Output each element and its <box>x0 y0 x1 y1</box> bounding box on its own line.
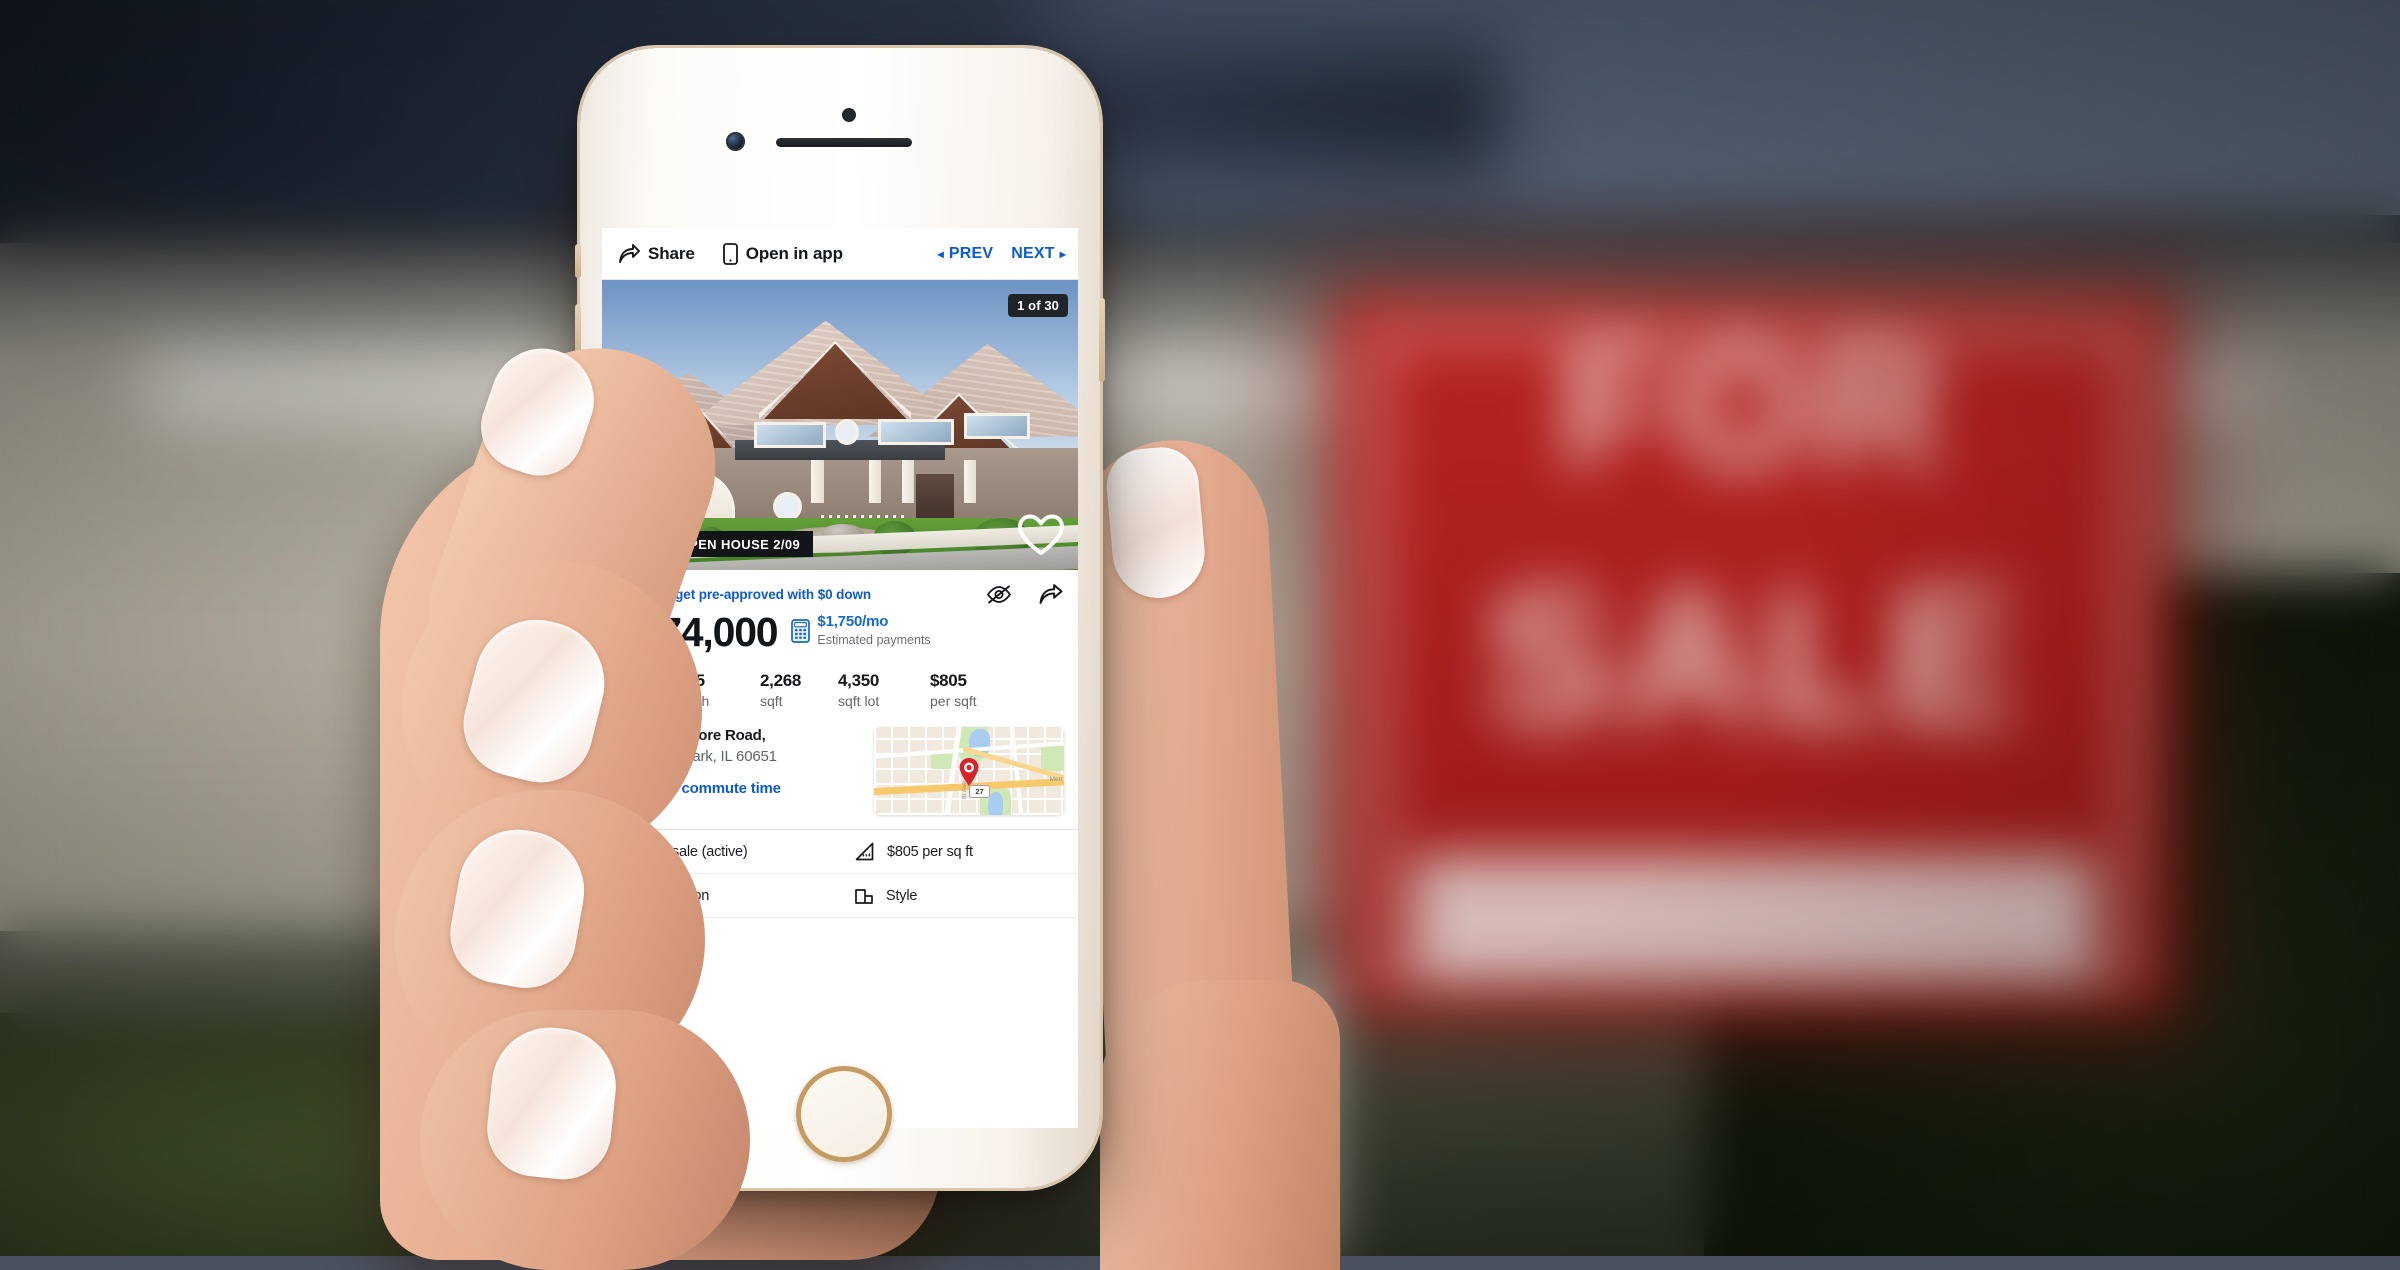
map-pin-icon <box>958 757 980 787</box>
photo-nav: ◂ PREV NEXT ▸ <box>938 245 1066 263</box>
heart-icon[interactable] <box>1018 514 1064 556</box>
share-arrow-icon <box>618 244 640 264</box>
photo-counter-badge: 1 of 30 <box>1008 294 1068 317</box>
estimated-monthly: $1,750/mo <box>817 613 888 630</box>
calculator-icon <box>791 619 810 643</box>
detail-text: Style <box>886 888 917 904</box>
silent-switch[interactable] <box>575 244 581 278</box>
prev-button[interactable]: ◂ PREV <box>938 245 994 263</box>
listing-actions <box>986 583 1064 605</box>
fact-sqft: 2,268 sqft <box>760 671 838 709</box>
photo-column <box>902 460 914 504</box>
photo-column <box>869 460 881 504</box>
ruler-icon <box>854 842 875 862</box>
floorplan-icon <box>854 887 874 905</box>
share-arrow-icon[interactable] <box>1038 583 1064 605</box>
map-park <box>1041 745 1064 771</box>
fact-value: 4,350 <box>838 671 930 691</box>
photo-column <box>811 460 823 504</box>
fact-per-sqft: $805 per sqft <box>930 671 977 709</box>
fact-label: per sqft <box>930 693 977 709</box>
map-water <box>988 792 1003 815</box>
front-camera <box>726 132 745 151</box>
next-label: NEXT <box>1011 245 1054 263</box>
mobile-phone-icon <box>723 243 738 265</box>
estimated-payments[interactable]: $1,750/mo Estimated payments <box>791 613 930 653</box>
photo-window <box>754 422 825 448</box>
share-button[interactable]: Share <box>618 244 695 264</box>
open-in-app-label: Open in app <box>746 244 843 264</box>
photo-window <box>964 413 1031 439</box>
photo-front-door <box>916 474 954 523</box>
photo-column <box>964 460 976 504</box>
share-label: Share <box>648 244 695 264</box>
fact-value: 2,268 <box>760 671 838 691</box>
chevron-right-icon: ▸ <box>1060 248 1066 260</box>
fact-label: sqft <box>760 693 838 709</box>
fact-lot: 4,350 sqft lot <box>838 671 930 709</box>
detail-style: Style <box>840 887 1078 905</box>
photo-window <box>878 419 954 445</box>
earpiece-speaker <box>776 138 912 147</box>
next-button[interactable]: NEXT ▸ <box>1011 245 1066 263</box>
fact-label: sqft lot <box>838 693 930 709</box>
proximity-sensor <box>842 108 856 122</box>
detail-price-per-sqft: $805 per sq ft <box>840 842 1078 862</box>
estimated-payments-label: Estimated payments <box>817 633 930 647</box>
map-edge-label: Merr <box>1050 776 1063 783</box>
power-button[interactable] <box>1099 298 1105 382</box>
hand-holding-phone <box>0 0 2400 1256</box>
map-highway-shield: 27 <box>969 785 990 798</box>
map-thumbnail[interactable]: 27 th Ave Merr <box>874 727 1064 815</box>
eye-slash-icon[interactable] <box>986 585 1012 604</box>
open-in-app-button[interactable]: Open in app <box>723 243 843 265</box>
palm-right-edge <box>1100 980 1340 1270</box>
home-button[interactable] <box>796 1066 892 1162</box>
top-action-bar: Share Open in app ◂ PREV NEXT <box>602 228 1078 280</box>
detail-text: $805 per sq ft <box>887 844 973 860</box>
prev-label: PREV <box>949 245 993 263</box>
chevron-left-icon: ◂ <box>938 248 944 260</box>
photo-oval-window <box>773 492 802 521</box>
fact-value: $805 <box>930 671 977 691</box>
